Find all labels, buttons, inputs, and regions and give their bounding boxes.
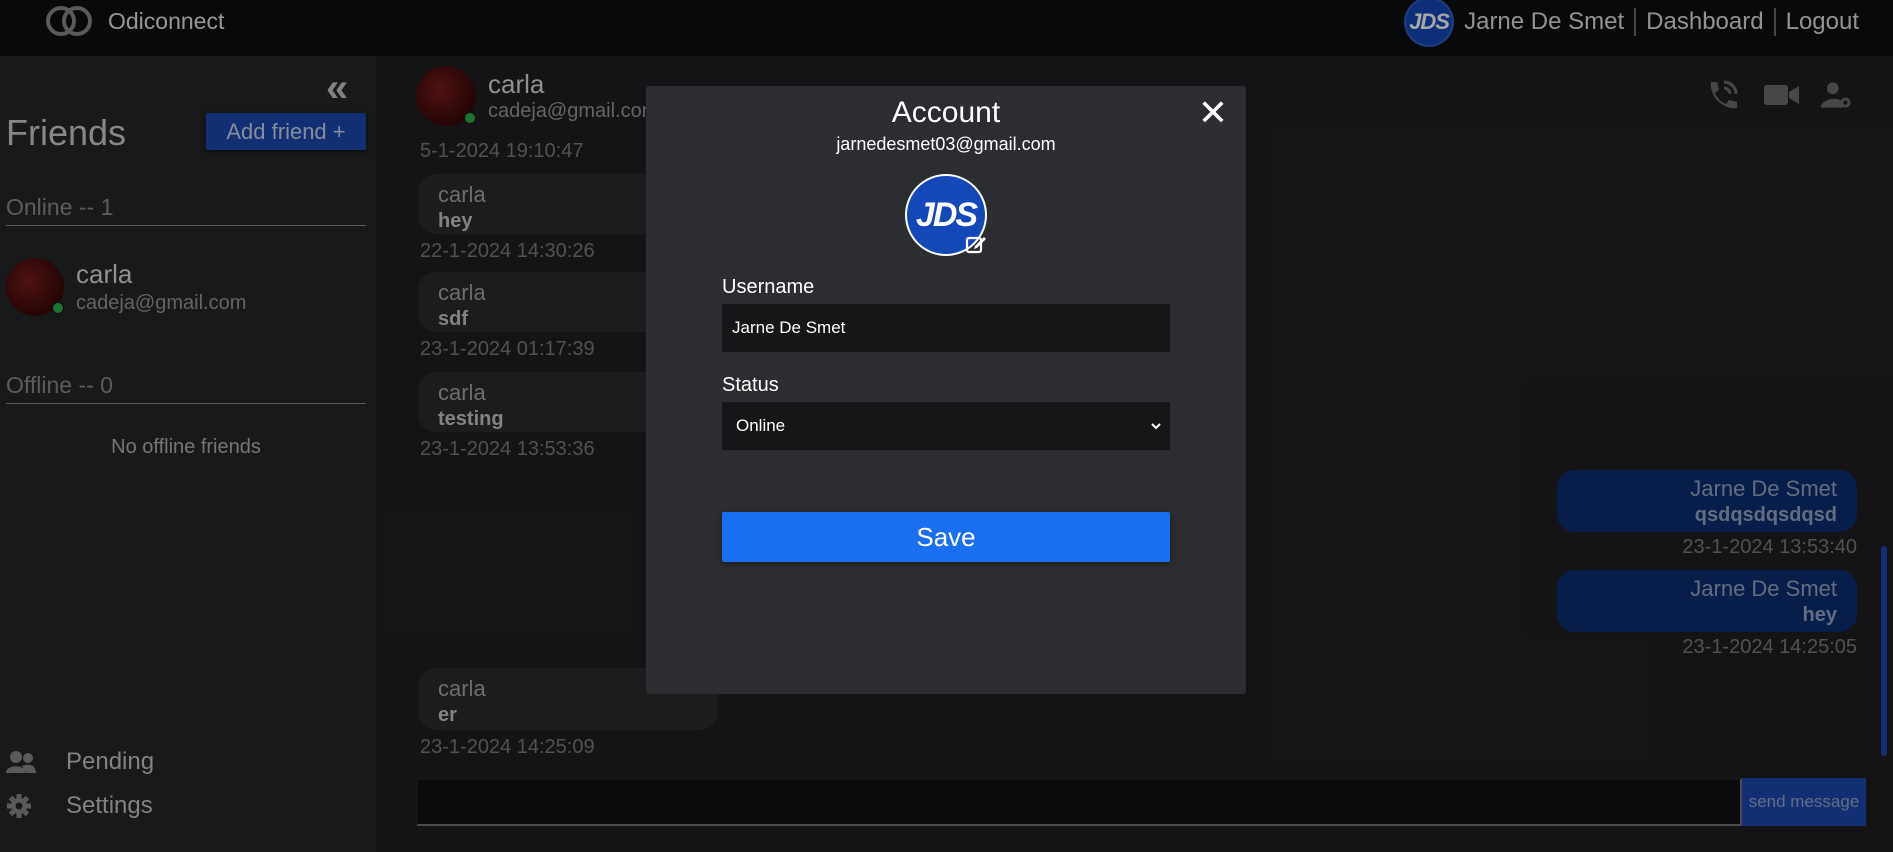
chevron-down-icon: [1151, 423, 1161, 430]
modal-email: jarnedesmet03@gmail.com: [836, 134, 1056, 154]
username-label: Username: [722, 276, 815, 298]
edit-icon[interactable]: [964, 232, 988, 256]
status-select[interactable]: Online: [722, 402, 1170, 450]
modal-title: Account: [891, 96, 1001, 129]
status-selected-value: Online: [736, 416, 786, 435]
username-input[interactable]: [722, 304, 1170, 352]
save-button[interactable]: Save: [722, 512, 1170, 562]
account-modal: ✕ Account jarnedesmet03@gmail.com JDS Us…: [646, 86, 1246, 694]
status-label: Status: [722, 374, 779, 396]
